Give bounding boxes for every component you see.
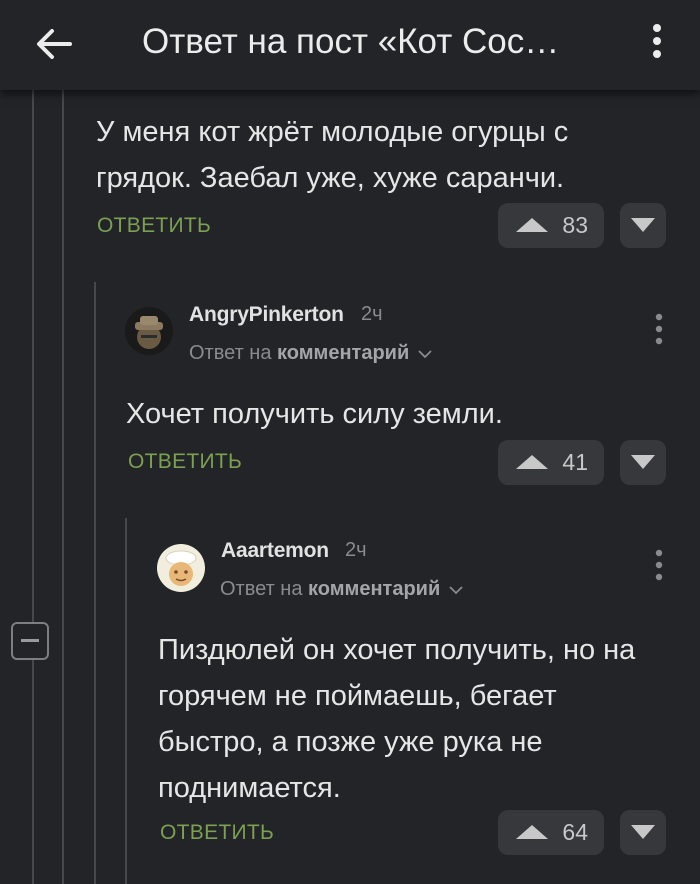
vote-up-button[interactable]: 83	[498, 203, 604, 248]
more-vertical-icon[interactable]	[642, 20, 672, 66]
vote-down-icon	[631, 218, 655, 232]
thread-line	[32, 90, 34, 884]
chevron-down-icon	[449, 586, 463, 595]
username[interactable]: Aaartemon	[221, 539, 329, 563]
reply-button[interactable]: ОТВЕТИТЬ	[160, 821, 274, 845]
thread-line	[62, 90, 64, 884]
avatar[interactable]	[157, 544, 205, 592]
avatar[interactable]	[125, 307, 173, 355]
username[interactable]: AngryPinkerton	[189, 303, 344, 327]
back-arrow-icon[interactable]	[32, 22, 76, 66]
vote-up-icon	[516, 218, 548, 232]
more-vertical-icon[interactable]	[649, 312, 669, 348]
reply-button[interactable]: ОТВЕТИТЬ	[97, 214, 211, 238]
comment-time: 2ч	[345, 539, 367, 561]
vote-up-button[interactable]: 64	[498, 810, 604, 855]
vote-up-button[interactable]: 41	[498, 440, 604, 485]
page-title: Ответ на пост «Кот Сос…	[142, 22, 560, 61]
more-vertical-icon[interactable]	[649, 548, 669, 584]
vote-count: 41	[562, 449, 588, 475]
vote-down-button[interactable]	[620, 810, 666, 855]
reply-to-target: комментарий	[308, 578, 441, 600]
thread-line	[125, 518, 127, 884]
vote-down-icon	[631, 455, 655, 469]
reply-to-link[interactable]: Ответ на комментарий	[220, 578, 464, 601]
comment-time: 2ч	[361, 303, 383, 325]
thread-line	[94, 282, 96, 884]
comment-text: Хочет получить силу земли.	[126, 398, 503, 430]
vote-count: 83	[562, 212, 588, 238]
vote-down-icon	[631, 825, 655, 839]
reply-to-prefix: Ответ на	[220, 578, 303, 600]
collapse-thread-icon[interactable]	[11, 622, 49, 660]
vote-up-icon	[516, 825, 548, 839]
reply-to-prefix: Ответ на	[189, 342, 272, 364]
reply-to-link[interactable]: Ответ на комментарий	[189, 342, 433, 365]
top-app-bar: Ответ на пост «Кот Сос…	[0, 0, 700, 90]
reply-button[interactable]: ОТВЕТИТЬ	[128, 450, 242, 474]
vote-count: 64	[562, 819, 588, 845]
comment-text: У меня кот жрёт молодые огурцы с грядок.…	[96, 116, 569, 194]
vote-down-button[interactable]	[620, 203, 666, 248]
comment-text: Пиздюлей он хочет получить, но на горяче…	[158, 634, 636, 804]
reply-to-target: комментарий	[277, 342, 410, 364]
chevron-down-icon	[418, 350, 432, 359]
vote-down-button[interactable]	[620, 440, 666, 485]
vote-up-icon	[516, 455, 548, 469]
